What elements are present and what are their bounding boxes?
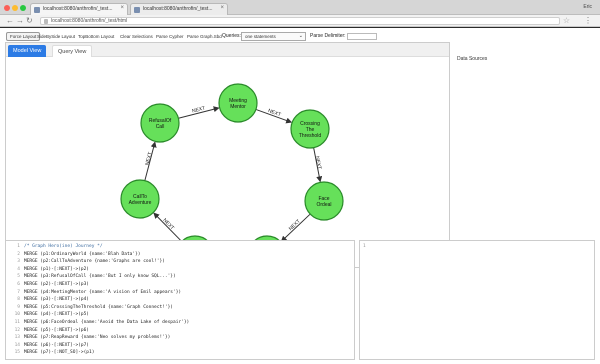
node-label: Ordeal <box>316 202 331 208</box>
page-favicon-icon <box>34 7 40 13</box>
view-tabs: Model View Query View <box>6 43 449 57</box>
graph-canvas[interactable]: NEXTNEXTNEXTNEXTNOT_SONEXTNEXT MeetingMe… <box>6 57 449 267</box>
browser-tab-2[interactable]: localhost:8080/anthrofin/_test... × <box>130 3 228 15</box>
app-toolbar: Force Layout SideBySide Layout TopBottom… <box>0 32 600 42</box>
graph-panel: Model View Query View NEXTNEXTNEXTNEXTNO… <box>5 42 450 268</box>
back-arrow-icon[interactable]: ← <box>6 16 14 26</box>
graph-node-mentor[interactable]: MeetingMentor <box>218 83 258 123</box>
queries-label: Queries: <box>222 33 241 39</box>
page-info-icon[interactable] <box>44 19 48 24</box>
close-tab-icon[interactable]: × <box>220 5 224 11</box>
top-bottom-layout-button[interactable]: TopBottom Layout <box>75 32 117 41</box>
node-label: Threshold <box>299 133 321 139</box>
close-window-icon[interactable] <box>4 5 10 11</box>
relationship-label: NEXT <box>161 217 175 231</box>
parse-delimiter-input[interactable] <box>347 33 377 40</box>
url-text: localhost:8080/anthrofin/_test/html <box>51 18 128 24</box>
parse-graph-sbd-button[interactable]: Parse Graph.Sbd <box>184 32 225 41</box>
forward-arrow-icon[interactable]: → <box>16 16 24 26</box>
relationship-label: NEXT <box>314 156 322 170</box>
code-line: 15 MERGE (p7)-[:NOT_SO]->(p1) <box>6 349 354 357</box>
app-page: Force Layout SideBySide Layout TopBottom… <box>0 28 600 364</box>
bookmark-star-icon[interactable]: ☆ <box>563 16 570 25</box>
graph-node-threshold[interactable]: CrossingTheThreshold <box>290 109 330 149</box>
queries-selected-value: one statements <box>245 34 276 39</box>
browser-address-bar: ← → ↻ localhost:8080/anthrofin/_test/htm… <box>0 15 600 27</box>
data-sources-label: Data Sources <box>457 56 488 62</box>
node-label: Mentor <box>230 104 246 110</box>
graph-node-adventure[interactable]: CallToAdventure <box>120 179 160 219</box>
line-number: 15 <box>14 350 20 356</box>
maximize-window-icon[interactable] <box>20 5 26 11</box>
relationship-label: NEXT <box>144 152 153 166</box>
page-favicon-icon <box>134 7 140 13</box>
relationship-label: NEXT <box>288 219 302 233</box>
url-input[interactable]: localhost:8080/anthrofin/_test/html <box>40 17 560 25</box>
output-editor[interactable]: 1 <box>359 240 595 360</box>
minimize-window-icon[interactable] <box>12 5 18 11</box>
data-sources-panel: Data Sources <box>455 42 595 268</box>
queries-select[interactable]: one statements ⌄ <box>241 32 306 41</box>
line-number: 1 <box>363 244 366 249</box>
parse-delimiter-label: Parse Delimiter: <box>310 33 346 39</box>
close-tab-icon[interactable]: × <box>120 5 124 11</box>
side-by-side-layout-button[interactable]: SideBySide Layout <box>34 32 78 41</box>
browser-tab-bar: localhost:8080/anthrofin/_test... × loca… <box>0 0 600 15</box>
graph-node-refusal[interactable]: RefusalOfCall <box>140 103 180 143</box>
browser-tab-1[interactable]: localhost:8080/anthrofin/_test... × <box>30 3 128 15</box>
chevron-down-icon: ⌄ <box>298 33 303 39</box>
browser-menu-icon[interactable]: ⋮ <box>584 16 592 25</box>
tab-model-view[interactable]: Model View <box>8 45 47 57</box>
parse-cypher-button[interactable]: Parse Cypher <box>153 32 187 41</box>
tab-title: localhost:8080/anthrofin/_test... <box>143 6 213 12</box>
clear-selections-button[interactable]: Clear Selections <box>117 32 156 41</box>
browser-profile-name[interactable]: Eric <box>583 4 592 10</box>
cypher-editor[interactable]: 1/* Graph Hero(ine) Journey */2 MERGE (p1… <box>5 240 355 360</box>
tab-query-view[interactable]: Query View <box>52 45 93 57</box>
node-label: Call <box>156 124 165 130</box>
tab-title: localhost:8080/anthrofin/_test... <box>43 6 113 12</box>
reload-icon[interactable]: ↻ <box>26 16 33 26</box>
graph-node-ordeal[interactable]: FaceOrdeal <box>304 181 344 221</box>
node-label: Adventure <box>129 200 152 206</box>
code-text: MERGE (p7)-[:NOT_SO]->(p1) <box>24 350 95 356</box>
